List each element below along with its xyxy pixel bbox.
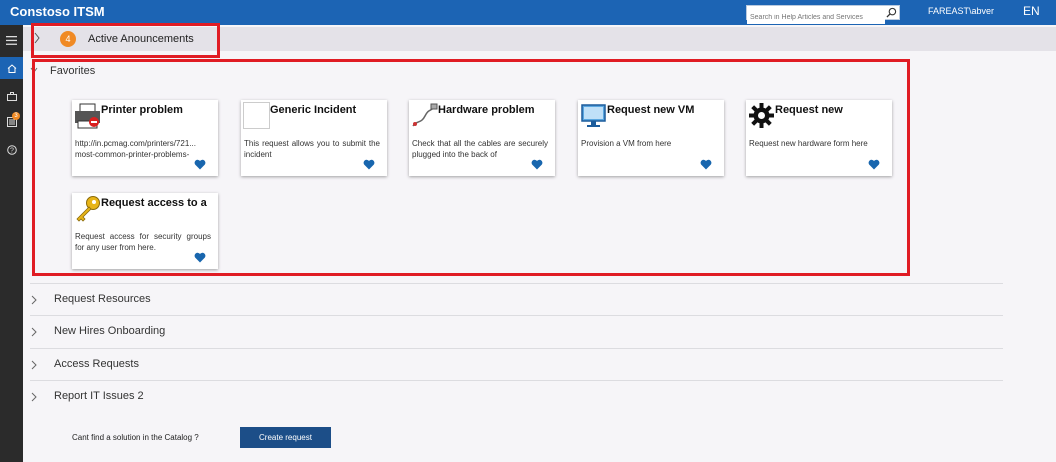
search-input[interactable] [747,11,885,24]
cable-icon [412,103,438,127]
monitor-icon [581,104,606,127]
favorite-card-request-access[interactable]: Request access to a Request access for s… [72,193,218,269]
section-report-it-issues[interactable]: Report IT Issues 2 [30,380,1003,412]
card-title: Request access to a [101,197,207,209]
gear-icon [749,103,774,128]
section-label: Report IT Issues 2 [54,390,144,402]
section-label: Request Resources [54,293,151,305]
section-access-requests[interactable]: Access Requests [30,348,1003,380]
favorites-header[interactable]: Favorites [30,65,95,77]
nav-help[interactable]: ? [0,139,23,161]
favorite-card-generic-incident[interactable]: Generic Incident This request allows you… [241,100,387,176]
key-icon [76,196,100,222]
nav-home[interactable] [0,57,23,79]
announcements-bar[interactable]: 4 Active Anouncements [23,27,1056,51]
card-description: http://in.pcmag.com/printers/721... most… [75,139,196,159]
help-icon: ? [6,145,17,155]
section-label: New Hires Onboarding [54,325,166,337]
nav-requests[interactable] [0,85,23,107]
favorite-card-request-new-hardware[interactable]: Request new Request new hardware form he… [746,100,892,176]
menu-button[interactable] [0,29,23,51]
chevron-right-icon [31,327,37,337]
printer-icon [75,103,100,129]
heart-icon[interactable] [194,159,206,170]
heart-icon[interactable] [868,159,880,170]
favorite-card-request-new-vm[interactable]: Request new VM Provision a VM from here [578,100,724,176]
user-name[interactable]: FAREAST\abver [928,6,994,16]
card-title: Printer problem [101,104,183,116]
app-title[interactable]: Constoso ITSM [10,4,105,19]
catalog-prompt: Cant find a solution in the Catalog ? [72,433,199,442]
card-title: Hardware problem [438,104,535,116]
favorites-label: Favorites [50,65,96,77]
heart-icon[interactable] [194,252,206,263]
menu-icon [6,35,17,45]
heart-icon[interactable] [531,159,543,170]
briefcase-icon [6,91,17,101]
favorite-card-hardware-problem[interactable]: Hardware problem Check that all the cabl… [409,100,555,176]
card-description: Request access for security groups for a… [75,232,211,252]
heart-icon[interactable] [363,159,375,170]
section-label: Access Requests [54,358,139,370]
chevron-right-icon [31,392,37,402]
card-description: Check that all the cables are securely p… [412,139,548,159]
announcement-count-badge: 4 [60,31,76,47]
card-title: Request new [775,104,843,116]
card-description: Provision a VM from here [581,139,672,148]
card-description: Request new hardware form here [749,139,868,148]
chevron-right-icon [34,32,40,44]
create-request-button[interactable]: Create request [240,427,331,448]
chevron-right-icon [31,360,37,370]
left-nav: 3 ? [0,25,23,462]
top-bar: Constoso ITSM FAREAST\abver EN [0,0,1056,25]
tasks-badge: 3 [12,112,20,120]
chevron-down-icon [30,67,38,73]
language-selector[interactable]: EN [1023,4,1040,18]
home-icon [7,63,16,73]
announcements-label: Active Anouncements [88,33,194,45]
nav-tasks[interactable]: 3 [0,111,23,133]
card-title: Request new VM [607,104,695,116]
search-icon[interactable] [886,7,897,18]
svg-text:?: ? [10,148,14,155]
blank-image-icon [243,102,270,129]
favorite-card-printer-problem[interactable]: Printer problem http://in.pcmag.com/prin… [72,100,218,176]
card-title: Generic Incident [270,104,357,116]
section-request-resources[interactable]: Request Resources [30,283,1003,315]
heart-icon[interactable] [700,159,712,170]
chevron-right-icon [31,295,37,305]
card-description: This request allows you to submit the in… [244,139,380,159]
search-box[interactable] [746,5,900,24]
section-new-hires-onboarding[interactable]: New Hires Onboarding [30,315,1003,347]
